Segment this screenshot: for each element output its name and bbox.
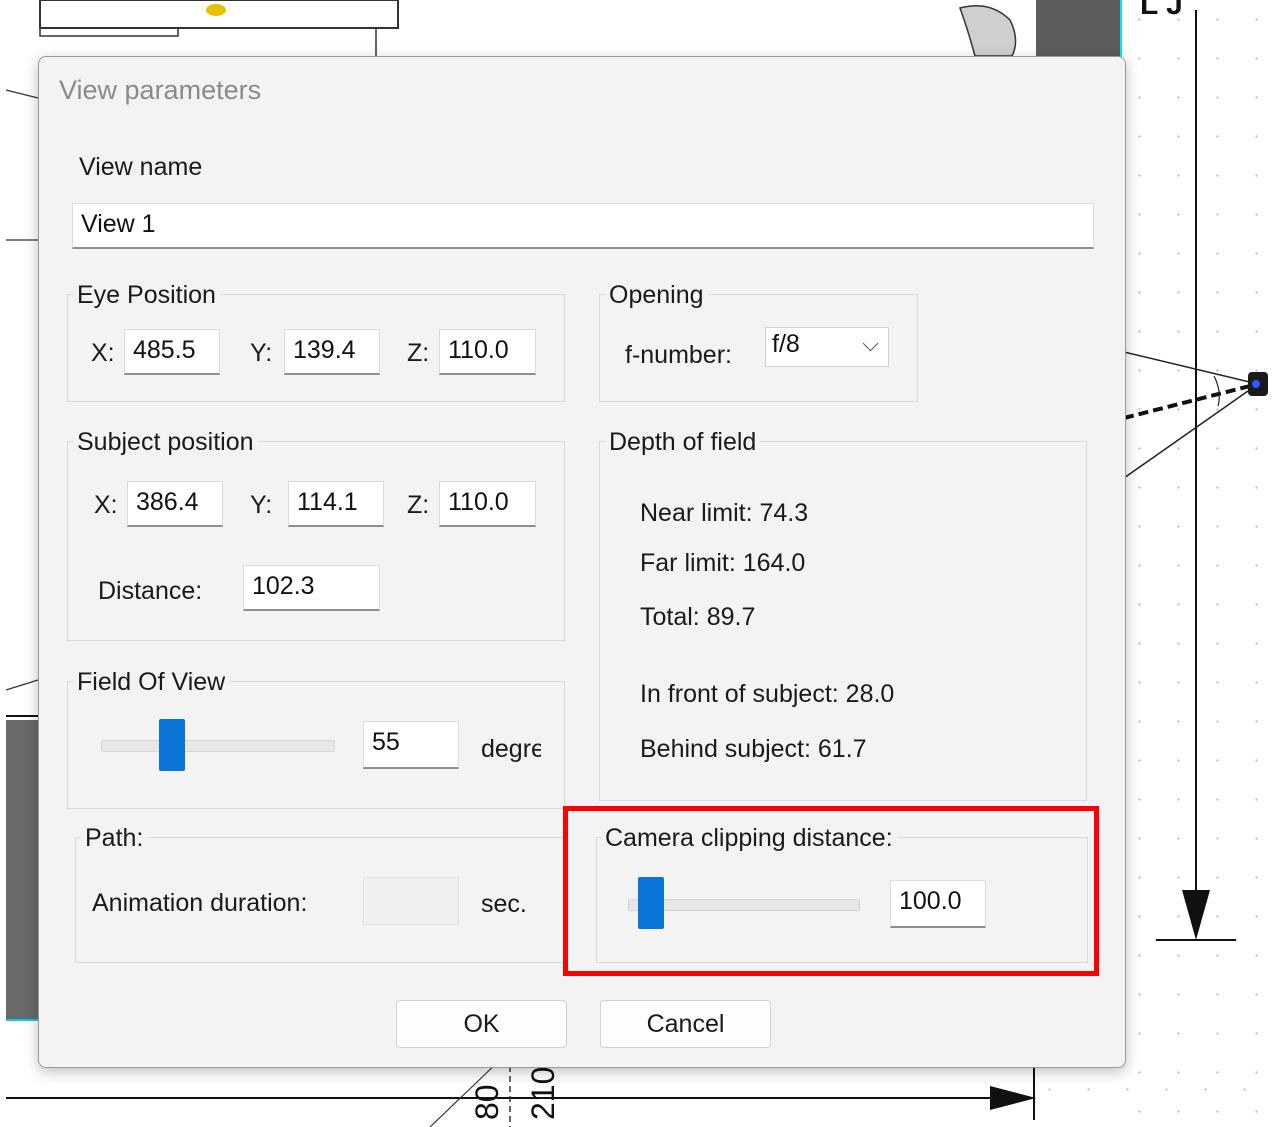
subject-x-input[interactable]: 386.4 (127, 481, 223, 527)
highlight-box (563, 806, 1099, 976)
chevron-down-icon (862, 335, 879, 352)
far-limit-text: Far limit: 164.0 (640, 549, 806, 577)
fov-slider-track[interactable] (101, 740, 335, 752)
fov-input[interactable]: 55 (363, 721, 459, 769)
cancel-button[interactable]: Cancel (600, 1000, 771, 1048)
view-name-label: View name (79, 153, 203, 181)
ok-button[interactable]: OK (396, 1000, 567, 1048)
eye-z-input[interactable]: 110.0 (439, 329, 536, 375)
eye-x-label: X: (91, 339, 115, 367)
distance-input[interactable]: 102.3 (243, 565, 380, 611)
subject-position-group (67, 441, 565, 641)
total-text: Total: 89.7 (640, 603, 756, 631)
path-title: Path: (81, 824, 148, 853)
subject-y-label: Y: (250, 491, 273, 519)
in-front-text: In front of subject: 28.0 (640, 680, 895, 708)
dialog-titlebar[interactable]: View parameters (39, 57, 1125, 123)
subject-z-input[interactable]: 110.0 (439, 481, 536, 527)
fov-slider-thumb[interactable] (158, 719, 185, 771)
left-margin (0, 0, 6, 1127)
near-limit-text: Near limit: 74.3 (640, 499, 809, 527)
dimension-label-80: 80 (469, 1084, 505, 1120)
subject-z-label: Z: (407, 491, 430, 519)
fnumber-value: f/8 (772, 330, 800, 358)
eye-position-title: Eye Position (73, 281, 220, 310)
svg-text:L J: L J (1140, 0, 1183, 21)
opening-title: Opening (605, 281, 708, 310)
subject-y-input[interactable]: 114.1 (288, 481, 384, 527)
view-name-input[interactable]: View 1 (72, 203, 1094, 249)
fnumber-select[interactable]: f/8 (765, 327, 889, 367)
behind-text: Behind subject: 61.7 (640, 735, 867, 763)
dialog-title: View parameters (59, 75, 262, 105)
eye-y-label: Y: (250, 339, 273, 367)
animation-duration-unit: sec. (481, 890, 527, 918)
subject-position-title: Subject position (73, 428, 258, 457)
animation-duration-input[interactable] (363, 877, 459, 925)
subject-x-label: X: (94, 491, 118, 519)
animation-duration-label: Animation duration: (92, 889, 308, 917)
eye-x-input[interactable]: 485.5 (124, 329, 220, 375)
fov-unit: degre (481, 735, 541, 763)
distance-label: Distance: (98, 577, 203, 605)
field-of-view-title: Field Of View (73, 668, 230, 697)
depth-of-field-title: Depth of field (605, 428, 761, 457)
dimension-label-210: 210 (525, 1067, 561, 1120)
eye-y-input[interactable]: 139.4 (284, 329, 380, 375)
fnumber-label: f-number: (625, 341, 732, 369)
eye-z-label: Z: (407, 339, 430, 367)
